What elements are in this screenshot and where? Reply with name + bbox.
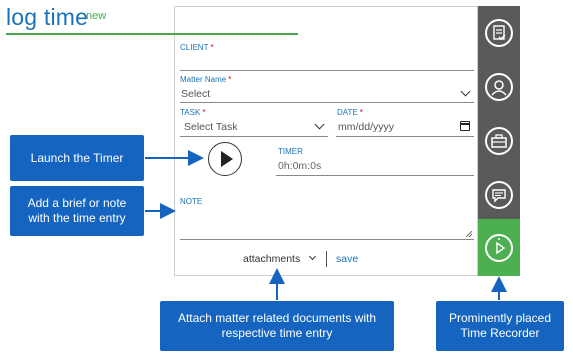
callout-arrows [145, 150, 507, 300]
